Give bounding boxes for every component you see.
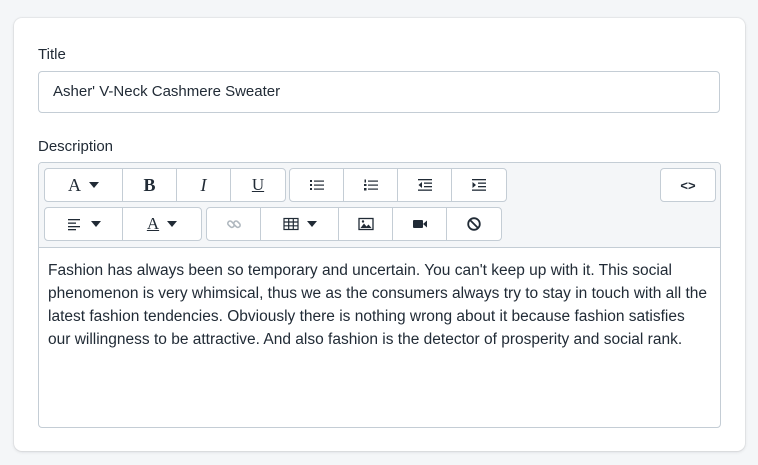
code-view-button[interactable]: <>: [661, 169, 715, 201]
image-button[interactable]: [339, 208, 393, 240]
link-icon: [226, 220, 241, 229]
list-indent-group: [289, 168, 507, 202]
editor-toolbar: A B I U <> A: [39, 163, 720, 248]
text-style-group: A B I U: [44, 168, 286, 202]
bullet-list-icon: [309, 180, 324, 190]
align-dropdown-button[interactable]: [45, 208, 123, 240]
numbered-list-button[interactable]: [344, 169, 398, 201]
font-color-icon: A: [146, 214, 160, 233]
indent-button[interactable]: [452, 169, 506, 201]
clear-format-button[interactable]: [447, 208, 501, 240]
outdent-icon: [417, 179, 432, 191]
title-label: Title: [38, 46, 66, 63]
chevron-down-icon: [167, 221, 178, 227]
italic-button[interactable]: I: [177, 169, 231, 201]
code-view-group: <>: [660, 168, 716, 202]
description-label: Description: [38, 138, 114, 155]
video-button[interactable]: [393, 208, 447, 240]
title-input[interactable]: Asher' V-Neck Cashmere Sweater: [38, 71, 720, 113]
chevron-down-icon: [90, 221, 101, 227]
outdent-button[interactable]: [398, 169, 452, 201]
bullet-list-button[interactable]: [290, 169, 344, 201]
table-dropdown-button[interactable]: [261, 208, 339, 240]
link-button[interactable]: [207, 208, 261, 240]
video-icon: [412, 220, 427, 228]
underline-button[interactable]: U: [231, 169, 285, 201]
bold-button[interactable]: B: [123, 169, 177, 201]
clear-format-icon: [467, 217, 481, 231]
align-left-icon: [67, 219, 80, 231]
chevron-down-icon: [306, 221, 317, 227]
table-icon: [282, 217, 299, 231]
font-dropdown-button[interactable]: A: [45, 169, 123, 201]
editor-content[interactable]: Fashion has always been so temporary and…: [39, 247, 720, 363]
insert-group: [206, 207, 502, 241]
image-icon: [357, 217, 374, 231]
paragraph-style-group: A: [44, 207, 202, 241]
font-color-button[interactable]: A: [123, 208, 201, 240]
rich-text-editor: A B I U <> A Fashion has always been so …: [38, 162, 721, 428]
indent-icon: [472, 179, 486, 191]
numbered-list-icon: [363, 179, 378, 191]
product-card: Title Asher' V-Neck Cashmere Sweater Des…: [14, 18, 745, 451]
font-icon: A: [68, 174, 81, 195]
chevron-down-icon: [89, 182, 99, 188]
